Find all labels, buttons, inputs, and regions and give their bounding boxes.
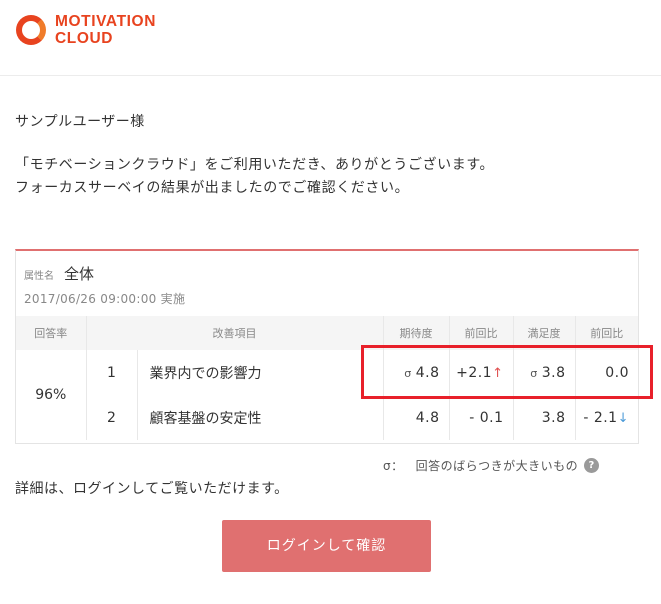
login-button[interactable]: ログインして確認: [222, 520, 431, 572]
intro-text: 「モチベーションクラウド」をご利用いただき、ありがとうございます。 フォーカスサ…: [15, 154, 494, 200]
expect-diff-cell: - 0.1: [449, 395, 514, 440]
survey-date: 2017/06/26 09:00:00 実施: [24, 292, 186, 306]
sigma-note-text: 回答のばらつきが大きいもの: [415, 459, 579, 473]
sigma-symbol: σ：: [383, 459, 404, 473]
arrow-down-icon: ↓: [617, 410, 629, 426]
improvement-item: 顧客基盤の安定性: [137, 395, 384, 440]
expect-cell: 4.8: [383, 395, 450, 440]
satisfy-diff-cell: - 2.1↓: [575, 395, 638, 440]
header: MOTIVATION CLOUD: [0, 0, 661, 76]
detail-text: 詳細は、ログインしてご覧いただけます。: [15, 481, 289, 497]
header-rate: 回答率: [16, 316, 87, 350]
sigma-note: σ： 回答のばらつきが大きいもの ?: [383, 457, 600, 474]
satisfy-cell: 3.8: [513, 395, 576, 440]
brand-logo[interactable]: MOTIVATION CLOUD: [16, 13, 156, 47]
expect-value: 4.8: [415, 409, 440, 426]
logo-line2: CLOUD: [55, 30, 114, 47]
row-number: 2: [86, 395, 138, 440]
logo-line1: MOTIVATION: [55, 13, 156, 30]
greeting: サンプルユーザー様: [15, 114, 145, 130]
logo-text: MOTIVATION CLOUD: [55, 13, 156, 47]
attribute-value: 全体: [64, 265, 95, 283]
expect-diff: - 0.1: [469, 409, 504, 426]
response-rate: 96%: [16, 350, 87, 440]
intro-line2: フォーカスサーベイの結果が出ましたのでご確認ください。: [15, 180, 410, 196]
attribute-label: 属性名: [24, 271, 54, 282]
highlight-box: [361, 345, 653, 399]
attribute: 属性名 全体: [24, 263, 94, 284]
help-icon[interactable]: ?: [584, 458, 600, 473]
row-number: 1: [86, 350, 138, 395]
table-row: 2 顧客基盤の安定性 4.8 - 0.1 3.8 - 2.1↓: [16, 395, 638, 440]
improvement-item: 業界内での影響力: [137, 350, 384, 395]
satisfy-diff: - 2.1: [583, 409, 618, 426]
logo-ring-icon: [16, 15, 46, 45]
header-item: 改善項目: [86, 316, 384, 350]
intro-line1: 「モチベーションクラウド」をご利用いただき、ありがとうございます。: [15, 157, 495, 173]
satisfy-value: 3.8: [541, 409, 566, 426]
